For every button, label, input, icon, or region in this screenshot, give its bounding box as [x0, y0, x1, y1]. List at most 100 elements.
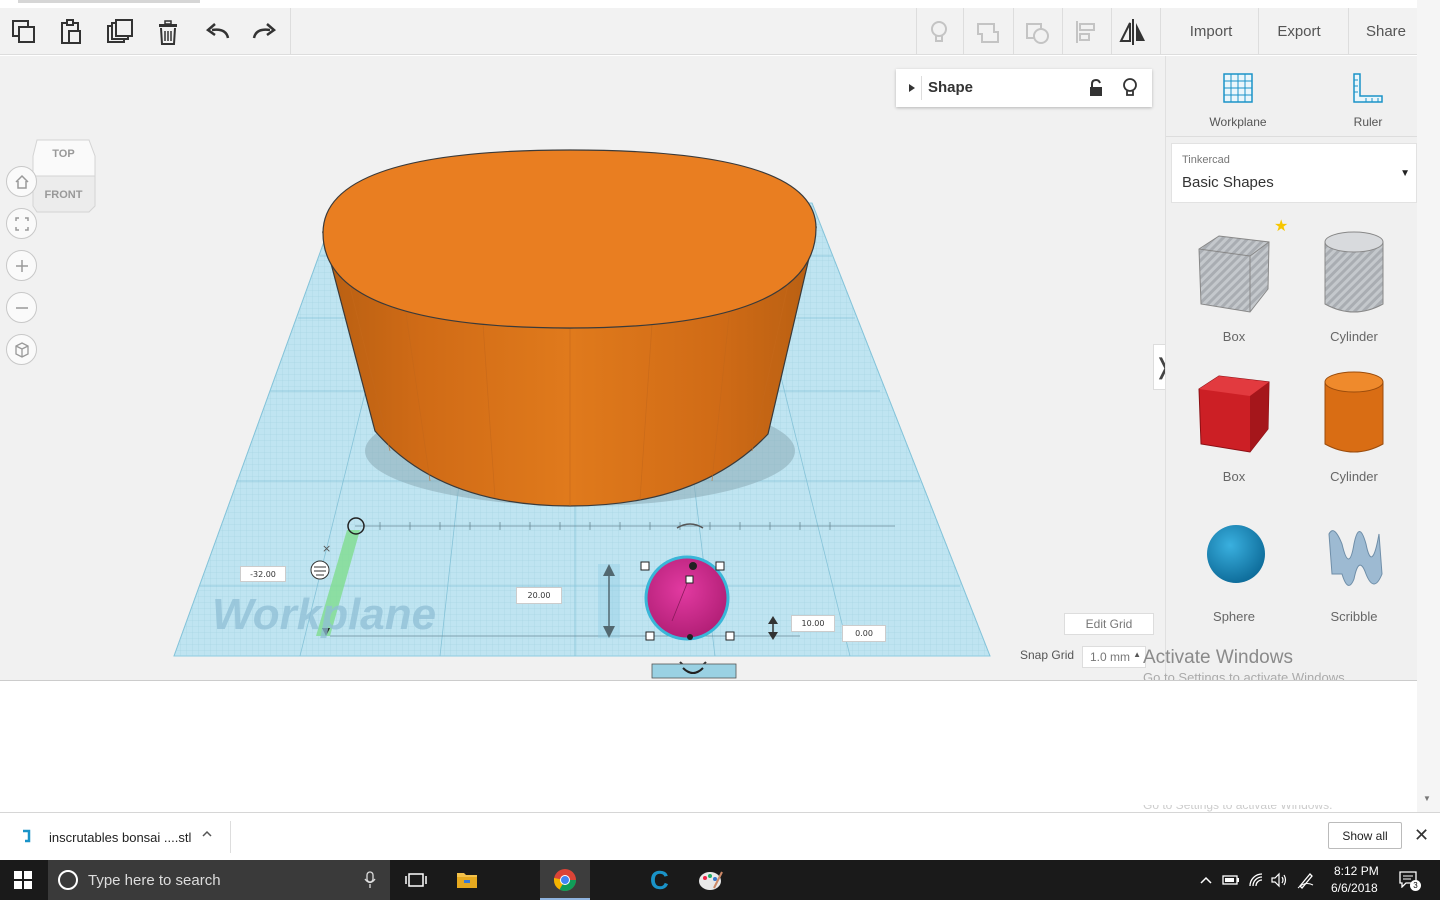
trash-icon[interactable]	[152, 16, 184, 48]
workplane-tool-label: Workplane	[1209, 115, 1267, 129]
wifi-icon[interactable]	[1248, 872, 1264, 893]
plus-icon	[15, 259, 28, 272]
toolbar: Import Export Share	[0, 8, 1417, 55]
dimension-width-field[interactable]: 20.00	[516, 587, 562, 604]
view-cube[interactable]: TOP FRONT	[31, 136, 96, 214]
export-button[interactable]: Export	[1262, 8, 1336, 55]
shape-library-select[interactable]: Tinkercad Basic Shapes ▼	[1171, 143, 1417, 203]
activate-windows-ghost: Go to Settings to activate Windows.	[1143, 805, 1333, 812]
task-view-icon[interactable]	[405, 871, 427, 894]
shape-label: Sphere	[1213, 609, 1255, 624]
scene-svg: ×	[173, 149, 991, 679]
show-all-label: Show all	[1342, 828, 1388, 843]
file-explorer-icon[interactable]	[456, 870, 478, 895]
scroll-down-icon[interactable]: ▼	[1423, 794, 1431, 803]
toolbar-divider	[963, 8, 964, 55]
show-all-button[interactable]: Show all	[1328, 822, 1402, 849]
battery-icon[interactable]	[1222, 873, 1240, 892]
inspector-title: Shape	[928, 79, 974, 96]
undo-icon[interactable]	[202, 16, 234, 48]
shape-sphere[interactable]: Sphere	[1184, 504, 1284, 624]
ruler-tool[interactable]: Ruler	[1323, 66, 1413, 138]
pen-icon[interactable]	[1297, 871, 1315, 894]
star-icon: ★	[1274, 218, 1289, 235]
right-scrollbar[interactable]: ▼	[1417, 0, 1440, 812]
toolbar-divider	[1258, 8, 1259, 55]
redo-icon[interactable]	[248, 16, 280, 48]
fit-icon	[14, 216, 29, 231]
paint-3d-icon[interactable]	[698, 868, 724, 897]
box-icon	[1198, 235, 1270, 313]
caret-down-icon: ▼	[1400, 168, 1410, 179]
view-cube-top-label: TOP	[52, 148, 75, 160]
shape-scribble[interactable]: Scribble	[1304, 504, 1404, 624]
perspective-button[interactable]	[6, 334, 37, 365]
search-placeholder: Type here to search	[88, 872, 221, 889]
fit-view-button[interactable]	[6, 208, 37, 239]
snap-grid-select[interactable]: 1.0 mm ▲	[1082, 646, 1146, 668]
lightbulb-icon[interactable]	[1122, 78, 1138, 103]
duplicate-icon[interactable]	[104, 16, 136, 48]
zoom-out-button[interactable]	[6, 292, 37, 323]
download-divider	[230, 821, 231, 853]
tray-chevron-icon[interactable]	[1199, 873, 1213, 891]
edit-grid-button[interactable]: Edit Grid	[1064, 613, 1154, 635]
workplane-tool[interactable]: Workplane	[1193, 66, 1283, 138]
shape-box-red[interactable]: Box	[1184, 364, 1284, 484]
ruler-tool-label: Ruler	[1353, 115, 1383, 129]
download-item[interactable]: inscrutables bonsai ....stl	[0, 813, 230, 861]
orange-cylinder-top	[322, 149, 817, 329]
group-icon[interactable]	[972, 16, 1004, 48]
svg-text:×: ×	[322, 542, 331, 555]
shape-label: Cylinder	[1330, 469, 1378, 484]
tinkercad-app: Import Export Share × Workplane -32.00 2…	[0, 0, 1440, 900]
share-button[interactable]: Share	[1356, 8, 1416, 55]
lightbulb-icon[interactable]	[923, 16, 955, 48]
mirror-icon[interactable]	[1117, 16, 1149, 48]
minus-icon	[15, 306, 28, 309]
shape-cylinder-striped[interactable]: Cylinder	[1304, 224, 1404, 344]
shape-label: Box	[1222, 469, 1246, 484]
zoom-in-button[interactable]	[6, 250, 37, 281]
ungroup-icon[interactable]	[1021, 16, 1053, 48]
lock-icon[interactable]	[1088, 78, 1104, 102]
library-name: Basic Shapes	[1182, 174, 1274, 191]
taskbar-search-box[interactable]: Type here to search	[48, 860, 390, 900]
activate-windows-title: Activate Windows	[1143, 647, 1293, 668]
snap-grid-value: 1.0 mm	[1090, 650, 1131, 664]
close-icon[interactable]: ✕	[1414, 825, 1429, 846]
cura-icon[interactable]: C	[650, 867, 669, 893]
caret-up-icon: ▲	[1133, 650, 1141, 659]
workplane-icon	[1223, 73, 1253, 103]
shape-box-striped[interactable]: ★ Box	[1184, 218, 1288, 344]
shape-label: Cylinder	[1330, 329, 1378, 344]
align-icon[interactable]	[1070, 16, 1102, 48]
toolbar-divider	[1062, 8, 1063, 55]
home-view-button[interactable]	[6, 166, 37, 197]
cylinder-icon	[1324, 231, 1384, 313]
clock-date[interactable]: 6/6/2018	[1331, 881, 1378, 895]
windows-start-icon[interactable]	[14, 871, 32, 894]
clock-time[interactable]: 8:12 PM	[1334, 864, 1379, 878]
volume-icon[interactable]	[1270, 872, 1288, 893]
toolbar-divider	[290, 8, 291, 55]
chevron-up-icon[interactable]	[200, 827, 214, 844]
microphone-icon[interactable]	[364, 871, 376, 894]
dimension-elevation-field[interactable]: 0.00	[842, 625, 886, 642]
paste-icon[interactable]	[55, 16, 87, 48]
import-button[interactable]: Import	[1170, 8, 1252, 55]
download-bar: inscrutables bonsai ....stl Show all ✕	[0, 812, 1440, 860]
panel-divider	[1166, 136, 1418, 137]
view-cube-front-label: FRONT	[44, 189, 83, 201]
dimension-x-field[interactable]: -32.00	[240, 566, 286, 582]
notification-badge: 3	[1410, 880, 1421, 891]
shape-inspector[interactable]: Shape	[896, 69, 1152, 107]
copy-icon[interactable]	[8, 16, 40, 48]
windows-taskbar: Type here to search C 8:12 PM 6/6/2018 3	[0, 860, 1440, 900]
action-center-icon[interactable]: 3	[1398, 870, 1421, 891]
chrome-taskbar-item[interactable]	[540, 860, 590, 900]
3d-viewport[interactable]: × Workplane -32.00 20.00 10.00 0.00 TOP …	[0, 56, 1165, 680]
shape-cylinder-orange[interactable]: Cylinder	[1304, 364, 1404, 484]
inspector-expand-icon[interactable]	[902, 76, 922, 100]
dimension-height-field[interactable]: 10.00	[791, 615, 835, 632]
